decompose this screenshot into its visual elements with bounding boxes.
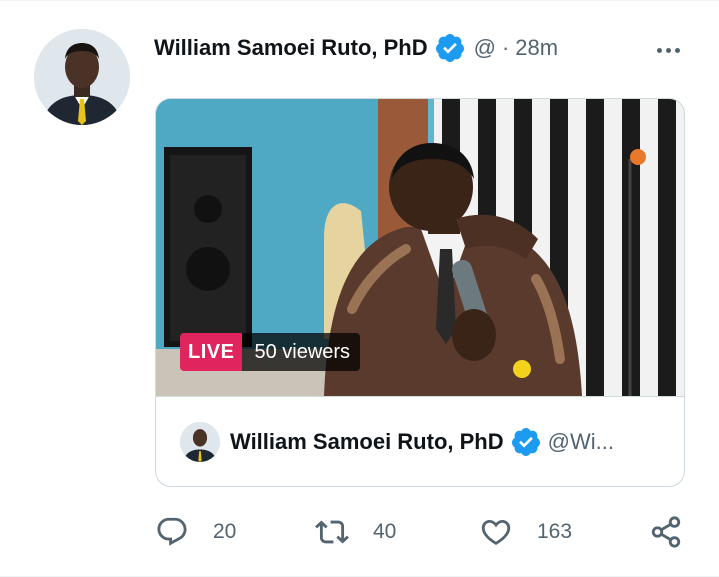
viewer-count: 50 viewers: [242, 333, 361, 371]
avatar-photo: [34, 29, 130, 125]
live-video-thumbnail[interactable]: LIVE 50 viewers: [156, 99, 684, 396]
heart-icon: [479, 515, 513, 549]
live-status-pill: LIVE 50 viewers: [180, 333, 361, 371]
more-dot: [665, 47, 671, 53]
live-broadcast-card[interactable]: LIVE 50 viewers William Samoei Ruto, PhD…: [155, 98, 685, 487]
broadcaster-avatar: [180, 422, 220, 462]
verified-badge-icon: [510, 426, 542, 458]
more-dot: [674, 47, 680, 53]
share-icon: [649, 515, 683, 549]
broadcaster-row[interactable]: William Samoei Ruto, PhD @Wi...: [156, 396, 684, 486]
tweet-header: William Samoei Ruto, PhD @ · 28m: [154, 31, 558, 65]
like-count: 163: [537, 520, 573, 543]
broadcaster-handle: @Wi...: [547, 429, 614, 454]
like-button[interactable]: 163: [479, 510, 572, 554]
reply-icon: [155, 515, 189, 549]
tweet-timestamp[interactable]: 28m: [515, 35, 558, 61]
broadcaster-name: William Samoei Ruto, PhD: [230, 429, 504, 454]
author-name[interactable]: William Samoei Ruto, PhD: [154, 35, 428, 61]
live-badge: LIVE: [180, 333, 243, 371]
tweet-actions: 20 40 163: [155, 510, 685, 554]
verified-badge-icon: [434, 32, 466, 64]
author-avatar[interactable]: [34, 29, 130, 125]
share-button[interactable]: [649, 510, 683, 554]
retweet-count: 40: [373, 520, 397, 543]
more-options-icon[interactable]: [650, 38, 686, 62]
more-dot: [656, 47, 662, 53]
retweet-icon: [315, 515, 349, 549]
reply-count: 20: [213, 520, 237, 543]
separator-dot: ·: [501, 35, 510, 60]
author-handle[interactable]: @: [474, 35, 496, 61]
top-divider: [0, 0, 719, 1]
retweet-button[interactable]: 40: [315, 510, 396, 554]
reply-button[interactable]: 20: [155, 510, 236, 554]
